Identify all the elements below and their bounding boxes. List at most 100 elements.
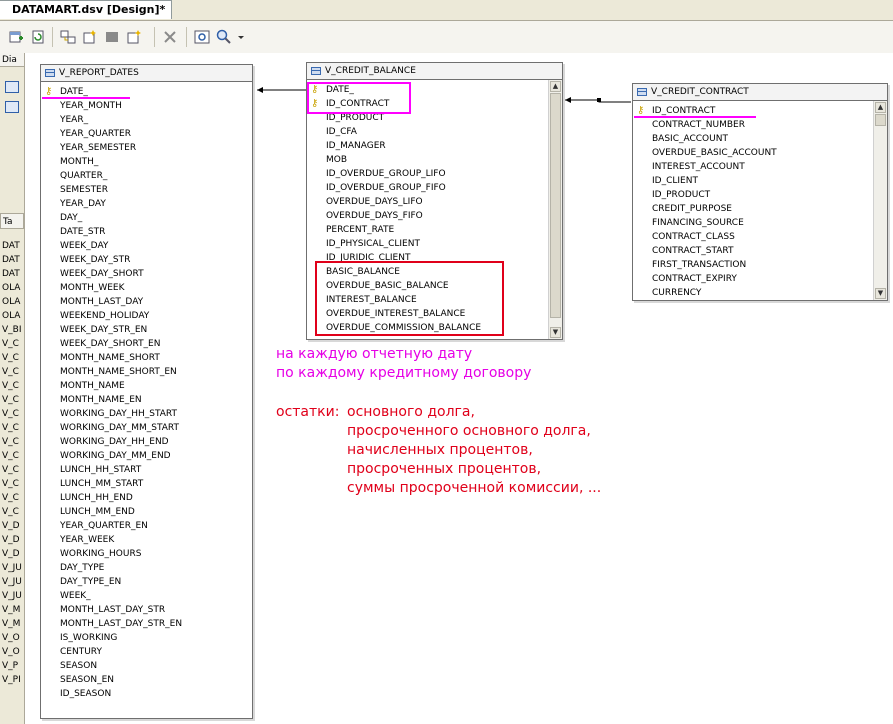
table-column-row[interactable]: ID_PHYSICAL_CLIENT	[307, 237, 548, 251]
table-column-row[interactable]: MONTH_NAME_EN	[41, 393, 252, 407]
table-column-row[interactable]: CREDIT_PURPOSE	[633, 202, 873, 216]
table-column-row[interactable]: FIRST_TRANSACTION	[633, 258, 873, 272]
table-list-item[interactable]: V_C	[0, 393, 24, 407]
table-column-row[interactable]: ID_MANAGER	[307, 139, 548, 153]
table-column-row[interactable]: WORKING_DAY_HH_END	[41, 435, 252, 449]
table-column-row[interactable]: MONTH_LAST_DAY	[41, 295, 252, 309]
table-column-row[interactable]: MONTH_LAST_DAY_STR	[41, 603, 252, 617]
table-column-row[interactable]: BASIC_ACCOUNT	[633, 132, 873, 146]
table-column-row[interactable]: YEAR_WEEK	[41, 533, 252, 547]
table-list-item[interactable]: OLA	[0, 295, 24, 309]
table-list-item[interactable]: V_BI	[0, 323, 24, 337]
refresh-icon[interactable]	[30, 29, 46, 45]
table-list-item[interactable]: V_C	[0, 463, 24, 477]
table-column-row[interactable]: ID_PRODUCT	[633, 188, 873, 202]
table-column-row[interactable]: DAY_TYPE_EN	[41, 575, 252, 589]
table-list-item[interactable]: V_C	[0, 365, 24, 379]
table-column-row[interactable]: SEASON_EN	[41, 673, 252, 687]
table-column-row[interactable]: LUNCH_MM_END	[41, 505, 252, 519]
table-title[interactable]: V_CREDIT_CONTRACT	[633, 84, 887, 101]
table-column-row[interactable]: QUARTER_	[41, 169, 252, 183]
table-title[interactable]: V_REPORT_DATES	[41, 65, 252, 82]
table-column-row[interactable]: YEAR_SEMESTER	[41, 141, 252, 155]
table-column-row[interactable]: MOB	[307, 153, 548, 167]
table-column-row[interactable]: CONTRACT_EXPIRY	[633, 272, 873, 286]
table-list-item[interactable]: V_C	[0, 337, 24, 351]
table-column-row[interactable]: PERCENT_RATE	[307, 223, 548, 237]
table-list-item[interactable]: V_C	[0, 449, 24, 463]
table-v-report-dates[interactable]: V_REPORT_DATES ⚷ DATE_ YEAR_MONTH YEAR_ YEAR…	[40, 64, 253, 719]
table-column-row[interactable]: CONTRACT_CLASS	[633, 230, 873, 244]
new-calculation-icon[interactable]	[126, 29, 142, 45]
table-list-item[interactable]: V_O	[0, 645, 24, 659]
diagram-pane-header[interactable]: Dia	[0, 53, 24, 67]
table-column-row[interactable]: DAY_TYPE	[41, 561, 252, 575]
scroll-down-icon[interactable]: ▼	[550, 327, 561, 338]
table-list-item[interactable]: V_O	[0, 631, 24, 645]
table-column-row[interactable]: YEAR_QUARTER	[41, 127, 252, 141]
table-column-row[interactable]: CENTURY	[41, 645, 252, 659]
table-column-row[interactable]: WEEK_DAY_STR	[41, 253, 252, 267]
table-column-row[interactable]: ID_SEASON	[41, 687, 252, 701]
table-list-item[interactable]: V_PI	[0, 673, 24, 687]
table-list-item[interactable]: V_P	[0, 659, 24, 673]
table-column-row[interactable]: WORKING_HOURS	[41, 547, 252, 561]
scroll-thumb[interactable]	[550, 93, 561, 318]
table-list-item[interactable]: V_C	[0, 421, 24, 435]
zoom-icon[interactable]	[216, 29, 232, 45]
table-list-item[interactable]: V_C	[0, 477, 24, 491]
table-column-row[interactable]: ID_OVERDUE_GROUP_LIFO	[307, 167, 548, 181]
table-list-item[interactable]: V_D	[0, 519, 24, 533]
diagram-icon[interactable]	[5, 101, 19, 113]
diagram-icon[interactable]	[5, 81, 19, 93]
table-column-row[interactable]: LUNCH_MM_START	[41, 477, 252, 491]
table-column-row[interactable]: DAY_	[41, 211, 252, 225]
table-title[interactable]: V_CREDIT_BALANCE	[307, 63, 562, 80]
table-column-row[interactable]: YEAR_MONTH	[41, 99, 252, 113]
table-column-row[interactable]: SEASON	[41, 659, 252, 673]
table-column-row[interactable]: IS_WORKING	[41, 631, 252, 645]
table-column-row[interactable]: WEEK_DAY_SHORT	[41, 267, 252, 281]
table-list-item[interactable]: V_M	[0, 603, 24, 617]
diagram-canvas[interactable]: V_REPORT_DATES ⚷ DATE_ YEAR_MONTH YEAR_ YEAR…	[25, 53, 893, 724]
scroll-down-icon[interactable]: ▼	[875, 288, 886, 299]
table-list-item[interactable]: DAT	[0, 253, 24, 267]
vertical-scrollbar[interactable]: ▲ ▼	[873, 101, 887, 300]
table-column-row[interactable]: MONTH_NAME	[41, 379, 252, 393]
table-column-row[interactable]: WEEK_	[41, 589, 252, 603]
new-named-query-icon[interactable]	[82, 29, 98, 45]
fit-to-view-icon[interactable]	[194, 29, 210, 45]
table-column-row[interactable]: ID_CFA	[307, 125, 548, 139]
table-column-row[interactable]: SEMESTER	[41, 183, 252, 197]
table-column-row[interactable]: ID_CLIENT	[633, 174, 873, 188]
table-column-row[interactable]: CURRENCY	[633, 286, 873, 300]
table-column-row[interactable]: WEEK_DAY	[41, 239, 252, 253]
explore-data-icon[interactable]	[104, 29, 120, 45]
table-list-item[interactable]: OLA	[0, 309, 24, 323]
table-column-row[interactable]: WEEK_DAY_STR_EN	[41, 323, 252, 337]
tables-pane-header[interactable]: Ta	[0, 213, 24, 229]
table-column-row[interactable]: ID_OVERDUE_GROUP_FIFO	[307, 181, 548, 195]
table-list-item[interactable]: V_M	[0, 617, 24, 631]
table-column-row[interactable]: MONTH_	[41, 155, 252, 169]
add-table-icon[interactable]	[8, 29, 24, 45]
table-column-row[interactable]: YEAR_QUARTER_EN	[41, 519, 252, 533]
vertical-scrollbar[interactable]: ▲ ▼	[548, 80, 562, 339]
table-column-row[interactable]: CONTRACT_NUMBER	[633, 118, 873, 132]
document-tab[interactable]: DATAMART.dsv [Design]*	[0, 0, 173, 19]
table-column-row[interactable]: WEEKEND_HOLIDAY	[41, 309, 252, 323]
table-column-row[interactable]: CONTRACT_START	[633, 244, 873, 258]
scroll-up-icon[interactable]: ▲	[875, 102, 886, 113]
table-column-row[interactable]: WORKING_DAY_MM_END	[41, 449, 252, 463]
table-list-item[interactable]: V_D	[0, 533, 24, 547]
table-column-row[interactable]: WEEK_DAY_SHORT_EN	[41, 337, 252, 351]
table-list-item[interactable]: V_C	[0, 435, 24, 449]
table-column-row[interactable]: YEAR_	[41, 113, 252, 127]
table-column-row[interactable]: MONTH_LAST_DAY_STR_EN	[41, 617, 252, 631]
chevron-down-icon[interactable]	[236, 29, 246, 45]
delete-icon[interactable]	[162, 29, 178, 45]
table-column-row[interactable]: OVERDUE_BASIC_ACCOUNT	[633, 146, 873, 160]
scroll-up-icon[interactable]: ▲	[550, 81, 561, 92]
table-list-item[interactable]: DAT	[0, 239, 24, 253]
table-column-row[interactable]: WORKING_DAY_HH_START	[41, 407, 252, 421]
